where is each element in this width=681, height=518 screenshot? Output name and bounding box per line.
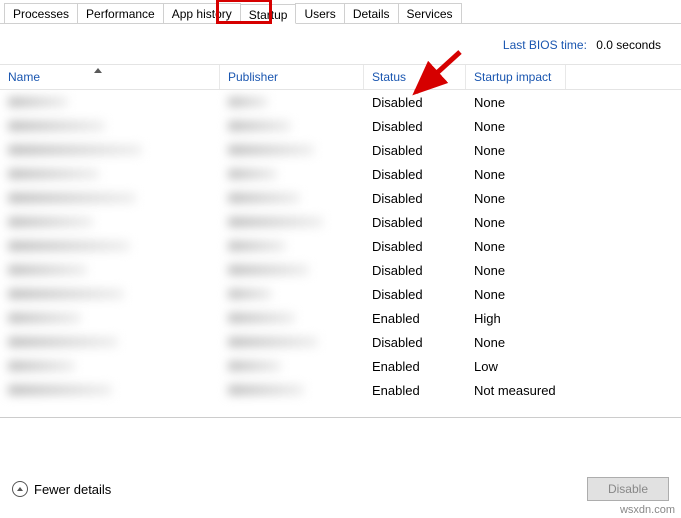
cell-publisher [220, 167, 364, 182]
cell-status: Disabled [364, 119, 466, 134]
cell-impact: High [466, 311, 566, 326]
cell-name [0, 359, 220, 374]
cell-name [0, 335, 220, 350]
table-row[interactable]: DisabledNone [0, 90, 681, 114]
tab-users[interactable]: Users [295, 3, 344, 23]
fewer-details-label: Fewer details [34, 482, 111, 497]
tab-startup[interactable]: Startup [240, 4, 297, 24]
cell-publisher [220, 263, 364, 278]
table-row[interactable]: DisabledNone [0, 258, 681, 282]
table-row[interactable]: DisabledNone [0, 138, 681, 162]
cell-name [0, 239, 220, 254]
bios-time-line: Last BIOS time: 0.0 seconds [0, 24, 681, 64]
cell-publisher [220, 311, 364, 326]
col-header-publisher[interactable]: Publisher [220, 65, 364, 89]
cell-impact: None [466, 191, 566, 206]
cell-status: Disabled [364, 335, 466, 350]
cell-name [0, 287, 220, 302]
bios-time-value: 0.0 seconds [596, 38, 661, 52]
cell-status: Disabled [364, 215, 466, 230]
cell-impact: None [466, 215, 566, 230]
chevron-up-circle-icon [12, 481, 28, 497]
cell-status: Disabled [364, 167, 466, 182]
tab-details[interactable]: Details [344, 3, 399, 23]
cell-status: Disabled [364, 263, 466, 278]
startup-list[interactable]: DisabledNoneDisabledNoneDisabledNoneDisa… [0, 90, 681, 418]
col-header-impact[interactable]: Startup impact [466, 65, 566, 89]
cell-impact: None [466, 143, 566, 158]
watermark: wsxdn.com [620, 504, 675, 516]
tab-processes[interactable]: Processes [4, 3, 78, 23]
cell-impact: None [466, 287, 566, 302]
cell-name [0, 95, 220, 110]
table-row[interactable]: DisabledNone [0, 330, 681, 354]
cell-status: Enabled [364, 311, 466, 326]
cell-name [0, 191, 220, 206]
sort-ascending-icon [94, 68, 102, 73]
cell-publisher [220, 335, 364, 350]
cell-name [0, 143, 220, 158]
cell-status: Enabled [364, 383, 466, 398]
table-row[interactable]: EnabledHigh [0, 306, 681, 330]
cell-impact: None [466, 263, 566, 278]
col-header-name-label: Name [8, 70, 40, 84]
table-row[interactable]: EnabledLow [0, 354, 681, 378]
cell-publisher [220, 287, 364, 302]
tab-app-history[interactable]: App history [163, 3, 241, 23]
table-row[interactable]: DisabledNone [0, 282, 681, 306]
cell-impact: None [466, 239, 566, 254]
cell-publisher [220, 215, 364, 230]
tab-performance[interactable]: Performance [77, 3, 164, 23]
cell-status: Enabled [364, 359, 466, 374]
cell-impact: None [466, 167, 566, 182]
cell-name [0, 263, 220, 278]
cell-publisher [220, 95, 364, 110]
cell-name [0, 119, 220, 134]
cell-publisher [220, 383, 364, 398]
cell-publisher [220, 119, 364, 134]
cell-impact: None [466, 95, 566, 110]
column-headers: Name Publisher Status Startup impact [0, 64, 681, 90]
col-header-status[interactable]: Status [364, 65, 466, 89]
cell-publisher [220, 359, 364, 374]
cell-impact: Low [466, 359, 566, 374]
tab-bar: Processes Performance App history Startu… [0, 0, 681, 24]
table-row[interactable]: DisabledNone [0, 186, 681, 210]
cell-status: Disabled [364, 287, 466, 302]
table-row[interactable]: DisabledNone [0, 162, 681, 186]
disable-button[interactable]: Disable [587, 477, 669, 501]
cell-impact: None [466, 335, 566, 350]
cell-publisher [220, 143, 364, 158]
cell-name [0, 215, 220, 230]
cell-status: Disabled [364, 143, 466, 158]
fewer-details-toggle[interactable]: Fewer details [12, 481, 111, 497]
table-row[interactable]: DisabledNone [0, 114, 681, 138]
table-row[interactable]: DisabledNone [0, 210, 681, 234]
cell-status: Disabled [364, 239, 466, 254]
cell-name [0, 167, 220, 182]
cell-publisher [220, 191, 364, 206]
cell-impact: None [466, 119, 566, 134]
bios-time-label: Last BIOS time: [503, 38, 587, 52]
cell-publisher [220, 239, 364, 254]
footer-bar: Fewer details Disable [0, 474, 681, 504]
cell-impact: Not measured [466, 383, 566, 398]
cell-status: Disabled [364, 95, 466, 110]
cell-name [0, 311, 220, 326]
table-row[interactable]: EnabledNot measured [0, 378, 681, 402]
col-header-name[interactable]: Name [0, 65, 220, 89]
tab-services[interactable]: Services [398, 3, 462, 23]
cell-status: Disabled [364, 191, 466, 206]
cell-name [0, 383, 220, 398]
table-row[interactable]: DisabledNone [0, 234, 681, 258]
